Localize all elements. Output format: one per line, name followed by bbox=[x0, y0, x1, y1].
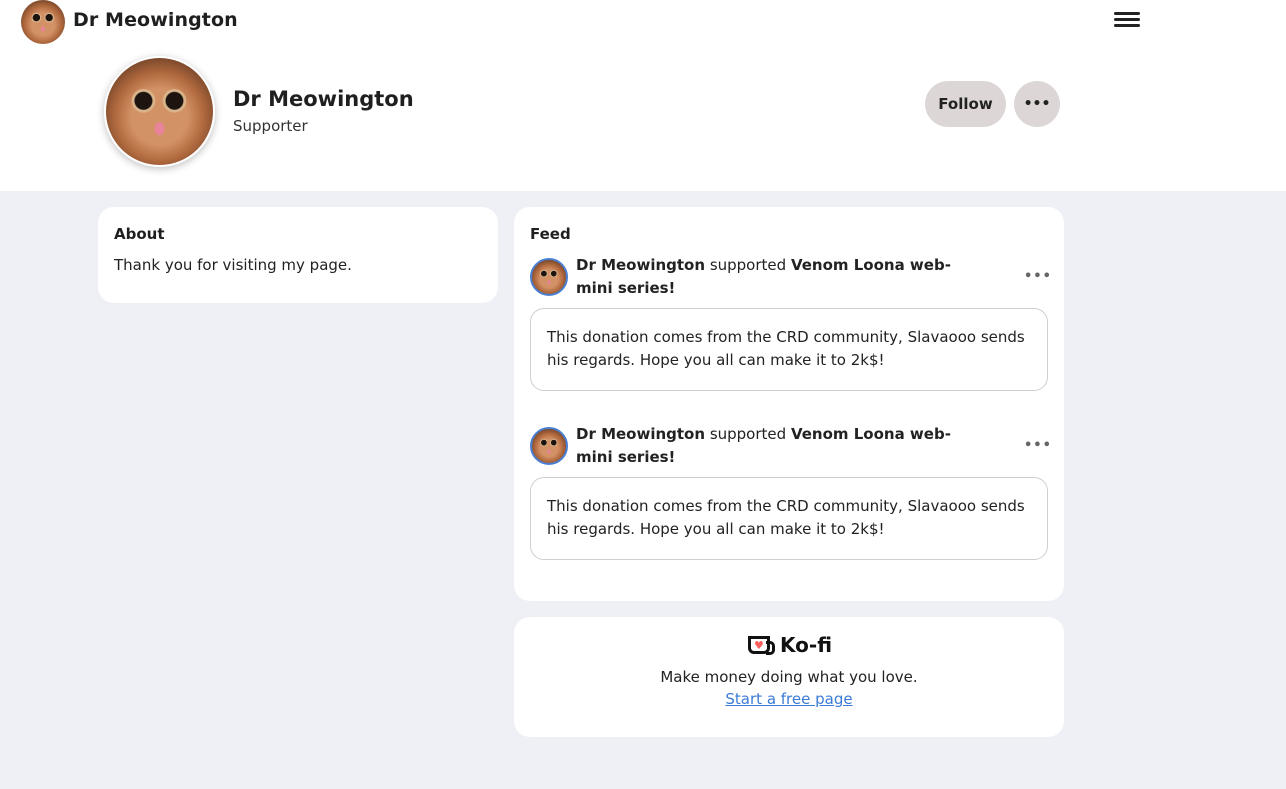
post-header: Dr Meowington supported Venom Loona web-… bbox=[576, 423, 976, 469]
profile-role: Supporter bbox=[233, 117, 308, 135]
profile-name: Dr Meowington bbox=[233, 87, 414, 111]
kofi-cup-icon: ♥ bbox=[748, 636, 775, 655]
more-options-icon[interactable]: ••• bbox=[1014, 81, 1060, 127]
post-action: supported bbox=[705, 425, 791, 443]
kofi-logo[interactable]: ♥ Ko-fi bbox=[748, 633, 832, 657]
post-avatar[interactable] bbox=[530, 258, 568, 296]
post-header: Dr Meowington supported Venom Loona web-… bbox=[576, 254, 976, 300]
post-user[interactable]: Dr Meowington bbox=[576, 425, 705, 443]
feed-card: Feed Dr Meowington supported Venom Loona… bbox=[514, 207, 1064, 601]
profile-avatar bbox=[104, 56, 215, 167]
about-card: About Thank you for visiting my page. bbox=[98, 207, 498, 303]
post-message: This donation comes from the CRD communi… bbox=[530, 308, 1048, 391]
feed-title: Feed bbox=[530, 225, 571, 243]
kofi-brand: Ko-fi bbox=[780, 633, 833, 657]
about-title: About bbox=[114, 225, 165, 243]
about-text: Thank you for visiting my page. bbox=[114, 256, 352, 274]
nav-avatar[interactable] bbox=[21, 0, 65, 44]
post-user[interactable]: Dr Meowington bbox=[576, 256, 705, 274]
post-message: This donation comes from the CRD communi… bbox=[530, 477, 1048, 560]
hamburger-menu-icon[interactable] bbox=[1114, 12, 1140, 30]
post-avatar[interactable] bbox=[530, 427, 568, 465]
kofi-tagline: Make money doing what you love. bbox=[660, 668, 918, 686]
post-more-icon[interactable]: ••• bbox=[1024, 438, 1052, 453]
kofi-promo-card: ♥ Ko-fi Make money doing what you love. … bbox=[514, 617, 1064, 737]
post-action: supported bbox=[705, 256, 791, 274]
follow-button[interactable]: Follow bbox=[925, 81, 1006, 127]
nav-username[interactable]: Dr Meowington bbox=[73, 9, 238, 31]
start-free-page-link[interactable]: Start a free page bbox=[514, 690, 1064, 708]
post-more-icon[interactable]: ••• bbox=[1024, 269, 1052, 284]
